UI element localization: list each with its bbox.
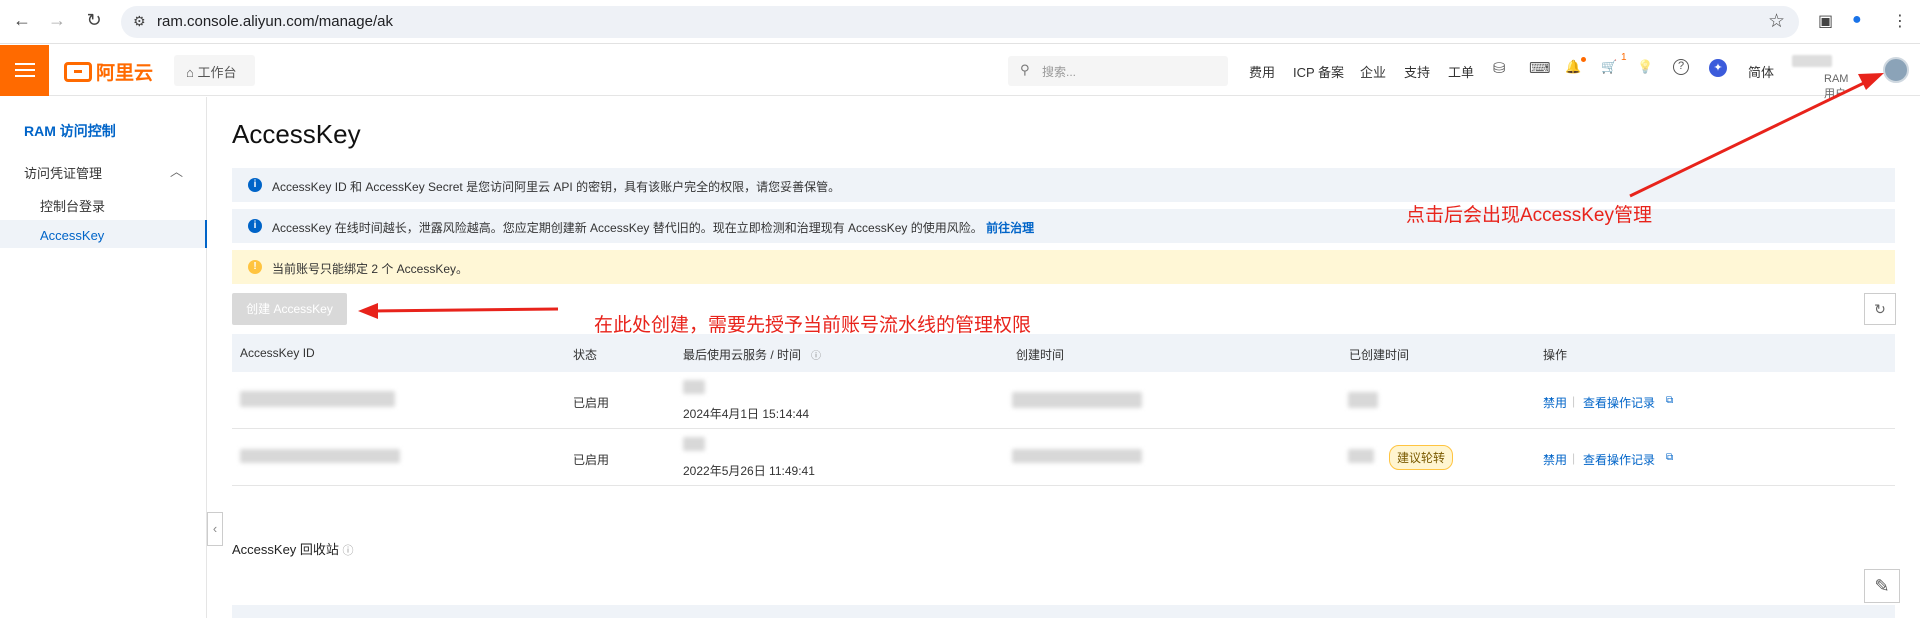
- nav-enterprise[interactable]: 企业: [1360, 62, 1386, 81]
- info-icon: i: [248, 219, 262, 233]
- created-time-redacted: [1012, 392, 1142, 408]
- edit-icon[interactable]: ✎: [1864, 569, 1900, 603]
- view-logs-link[interactable]: 查看操作记录: [1583, 394, 1655, 411]
- table-row: 已启用 2022年5月26日 11:49:41 建议轮转 禁用 | 查看操作记录…: [232, 429, 1895, 486]
- warning-alert-limit: ! 当前账号只能绑定 2 个 AccessKey。: [232, 250, 1895, 284]
- account-name-redacted: [1792, 55, 1832, 67]
- help-circle-icon[interactable]: ⓘ: [343, 545, 354, 557]
- nav-support[interactable]: 支持: [1404, 62, 1430, 81]
- sidebar-item-accesskey[interactable]: AccessKey: [40, 228, 104, 243]
- col-last-used: 最后使用云服务 / 时间: [683, 348, 802, 362]
- cart-count: 1: [1621, 52, 1627, 63]
- col-created: 创建时间: [1016, 348, 1065, 362]
- annotation-accesskey-manage: 点击后会出现AccessKey管理: [1406, 205, 1652, 226]
- accesskey-id-redacted: [240, 449, 400, 463]
- terminal-icon[interactable]: ⌨: [1529, 59, 1551, 77]
- url-text[interactable]: ram.console.aliyun.com/manage/ak: [157, 13, 393, 30]
- account-info[interactable]: RAM 用户: [1792, 53, 1848, 100]
- finance-icon[interactable]: ⛁: [1493, 59, 1506, 77]
- aliyun-logo[interactable]: 阿里云: [64, 58, 153, 84]
- bulb-icon[interactable]: 💡: [1637, 59, 1653, 75]
- nav-fees[interactable]: 费用: [1249, 62, 1275, 81]
- recycle-table-header: [232, 605, 1895, 618]
- avatar[interactable]: [1883, 57, 1909, 83]
- alert-text: 当前账号只能绑定 2 个 AccessKey。: [272, 262, 469, 276]
- sidebar-group-credentials[interactable]: 访问凭证管理: [24, 163, 102, 182]
- table-header: AccessKey ID 状态 最后使用云服务 / 时间 ⓘ 创建时间 已创建时…: [232, 334, 1895, 372]
- alert-text: AccessKey ID 和 AccessKey Secret 是您访问阿里云 …: [272, 180, 841, 194]
- col-status: 状态: [573, 348, 598, 362]
- forward-icon[interactable]: →: [45, 10, 69, 31]
- address-bar[interactable]: ⚙ ram.console.aliyun.com/manage/ak ☆: [121, 6, 1799, 38]
- external-link-icon[interactable]: ⧉: [1666, 395, 1673, 406]
- back-icon[interactable]: ←: [10, 10, 34, 31]
- search-icon: ⚲: [1020, 62, 1030, 77]
- side-panel-icon[interactable]: ▣: [1818, 11, 1833, 31]
- logo-mark-icon: [64, 61, 92, 82]
- bookmark-star-icon[interactable]: ☆: [1768, 10, 1785, 33]
- sidebar: RAM 访问控制 访问凭证管理 ︿ 控制台登录 AccessKey: [0, 97, 207, 618]
- col-accesskey-id: AccessKey ID: [240, 346, 315, 360]
- accesskey-id-redacted: [240, 391, 395, 407]
- external-link-icon[interactable]: ⧉: [1666, 452, 1673, 463]
- service-redacted: [683, 380, 705, 394]
- search-input[interactable]: ⚲ 搜索...: [1008, 56, 1228, 86]
- nav-ticket[interactable]: 工单: [1448, 62, 1474, 81]
- language-switch[interactable]: 简体: [1748, 62, 1774, 81]
- service-redacted: [683, 437, 705, 451]
- cart-icon[interactable]: 🛒: [1601, 59, 1617, 75]
- create-accesskey-button[interactable]: 创建 AccessKey: [232, 293, 347, 325]
- help-circle-icon[interactable]: ⓘ: [811, 347, 821, 362]
- notification-dot: [1581, 57, 1586, 62]
- workbench-label: 工作台: [197, 65, 237, 80]
- alert-text: AccessKey 在线时间越长，泄露风险越高。您应定期创建新 AccessKe…: [272, 221, 983, 235]
- last-used-time: 2022年5月26日 11:49:41: [683, 464, 815, 478]
- site-settings-icon[interactable]: ⚙: [133, 13, 146, 30]
- sidebar-item-console-login[interactable]: 控制台登录: [40, 196, 105, 215]
- age-redacted: [1348, 449, 1374, 463]
- status-text: 已启用: [573, 453, 610, 467]
- hamburger-menu-button[interactable]: [0, 45, 49, 96]
- warning-icon: !: [248, 260, 262, 274]
- info-alert-secret: i AccessKey ID 和 AccessKey Secret 是您访问阿里…: [232, 168, 1895, 202]
- main-content: AccessKey i AccessKey ID 和 AccessKey Sec…: [208, 97, 1920, 618]
- last-used-time: 2024年4月1日 15:14:44: [683, 407, 810, 421]
- reload-icon[interactable]: ↻: [82, 10, 106, 31]
- table-row: 已启用 2024年4月1日 15:14:44 禁用 | 查看操作记录 ⧉: [232, 372, 1895, 429]
- col-age: 已创建时间: [1349, 348, 1410, 362]
- rotate-suggest-badge: 建议轮转: [1389, 445, 1454, 470]
- refresh-icon[interactable]: ↻: [1864, 293, 1896, 325]
- browser-menu-icon[interactable]: ⋮: [1892, 11, 1908, 31]
- home-icon: ⌂: [186, 65, 194, 80]
- annotation-create-here: 在此处创建，需要先授予当前账号流水线的管理权限: [594, 315, 1032, 336]
- info-icon: i: [248, 178, 262, 192]
- console-topbar: 阿里云 ⌂ 工作台 ⚲ 搜索... 费用 ICP 备案 企业 支持 工单 ⛁ ⌨…: [0, 45, 1920, 100]
- browser-toolbar: ← → ↻ ⚙ ram.console.aliyun.com/manage/ak…: [0, 0, 1920, 44]
- help-icon[interactable]: ?: [1673, 59, 1689, 75]
- page-title: AccessKey: [232, 119, 361, 149]
- bell-icon[interactable]: 🔔: [1565, 59, 1581, 75]
- chevron-up-icon[interactable]: ︿: [170, 161, 183, 180]
- created-time-redacted: [1012, 449, 1142, 463]
- search-placeholder: 搜索...: [1042, 65, 1077, 79]
- age-redacted: [1348, 392, 1378, 408]
- nav-icp[interactable]: ICP 备案: [1293, 62, 1344, 81]
- sidebar-title[interactable]: RAM 访问控制: [24, 121, 116, 141]
- disable-link[interactable]: 禁用: [1543, 451, 1567, 468]
- profile-icon[interactable]: ●: [1852, 11, 1862, 29]
- workbench-button[interactable]: ⌂ 工作台: [174, 55, 255, 86]
- ai-assistant-icon[interactable]: ✦: [1709, 59, 1727, 77]
- go-govern-link[interactable]: 前往治理: [986, 221, 1034, 235]
- recycle-bin-title: AccessKey 回收站 ⓘ: [232, 542, 354, 557]
- col-actions: 操作: [1543, 348, 1568, 362]
- status-text: 已启用: [573, 396, 610, 410]
- view-logs-link[interactable]: 查看操作记录: [1583, 451, 1655, 468]
- disable-link[interactable]: 禁用: [1543, 394, 1567, 411]
